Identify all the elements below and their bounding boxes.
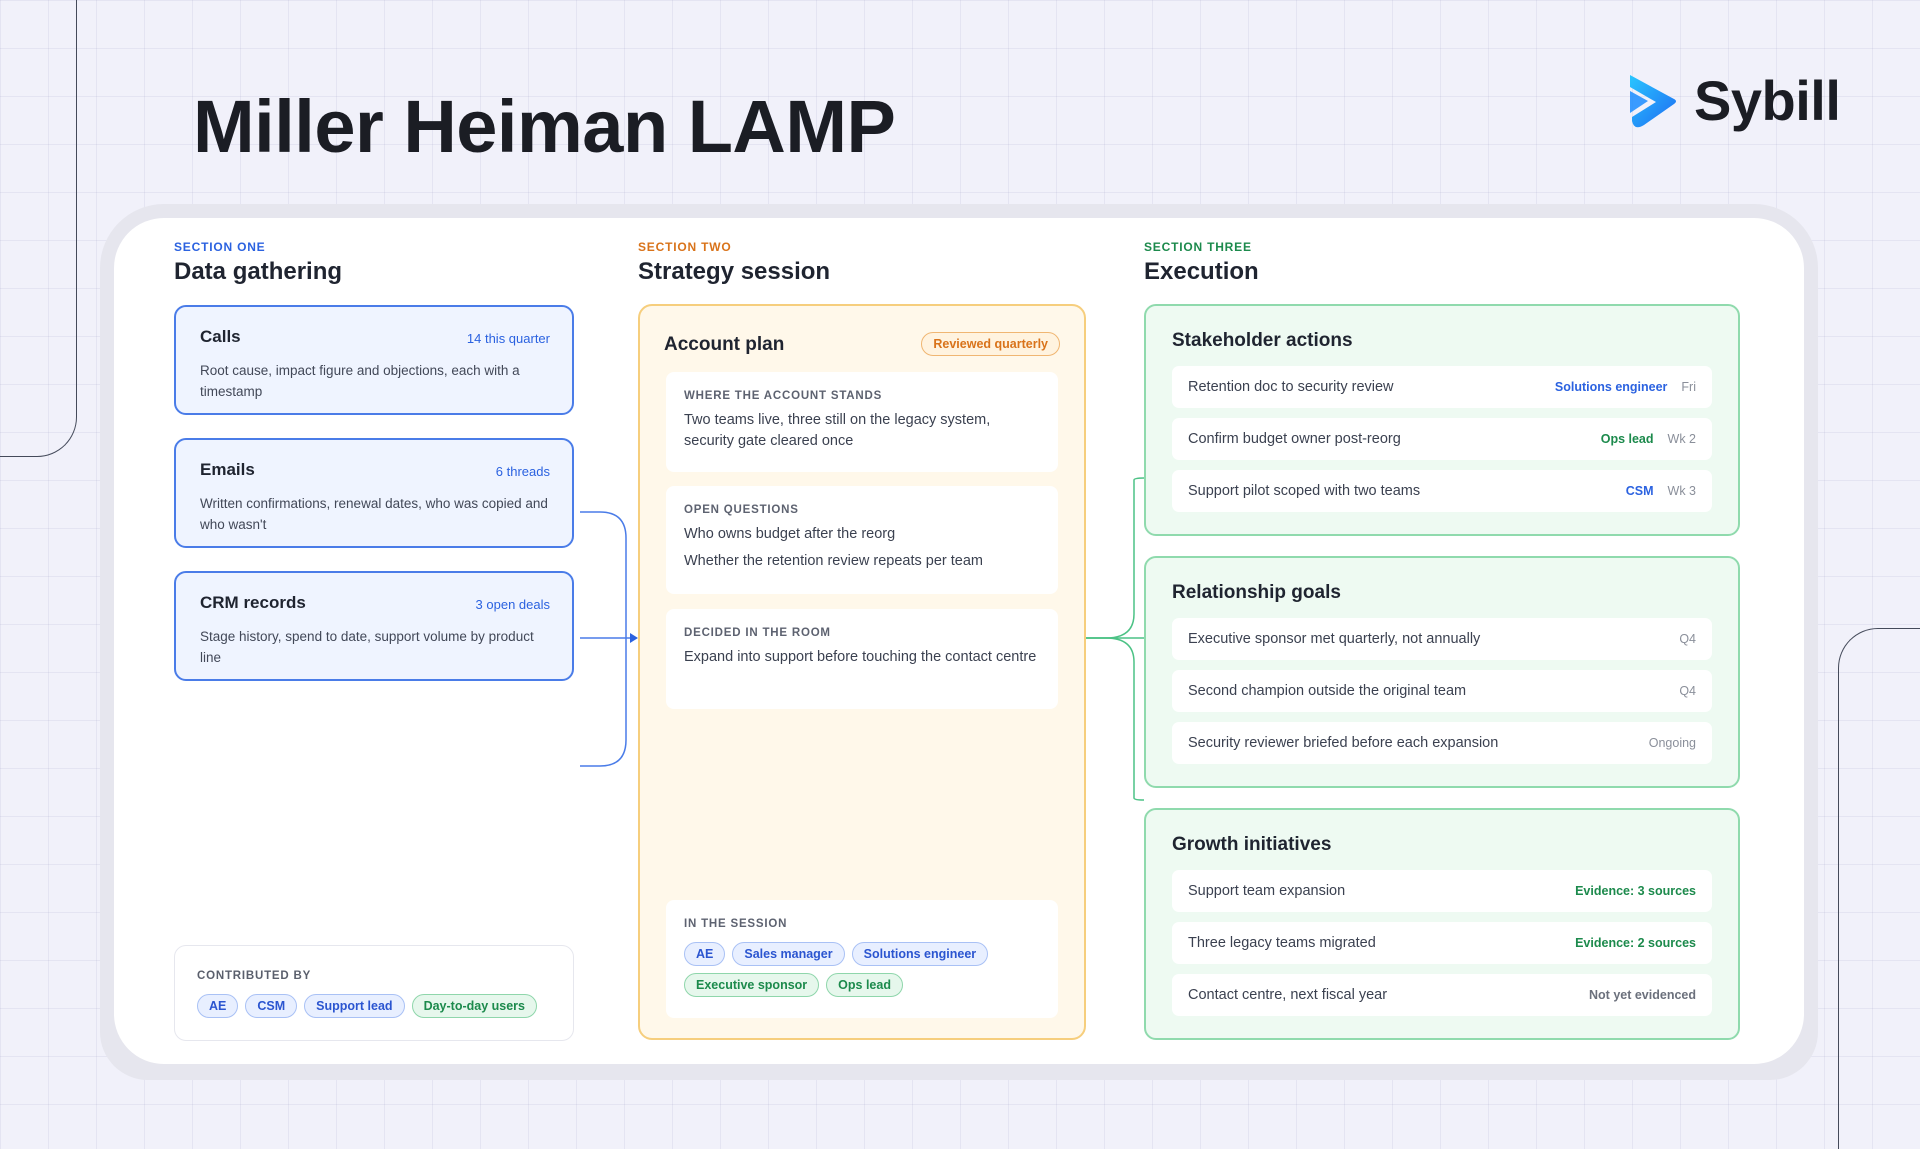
action-owner: CSM — [1625, 484, 1654, 498]
source-meta: 3 open deals — [475, 597, 550, 612]
sybill-logo-icon — [1630, 74, 1676, 127]
growth-initiatives-title: Growth initiatives — [1172, 834, 1332, 855]
connector-to-stakeholder — [1086, 477, 1145, 639]
chip-ops-lead: Ops lead — [826, 973, 903, 997]
chip-executive-sponsor: Executive sponsor — [684, 973, 820, 997]
contributor-chips: AE CSM Support lead Day-to-day users — [197, 994, 551, 1018]
relationship-goal-row: Executive sponsor met quarterly, not ann… — [1172, 618, 1712, 660]
decided-in-room-box: DECIDED IN THE ROOM Expand into support … — [666, 609, 1058, 709]
account-plan-card: Account plan Reviewed quarterly WHERE TH… — [638, 304, 1086, 1040]
chip-ae: AE — [684, 942, 726, 966]
goal-text: Security reviewer briefed before each ex… — [1188, 735, 1499, 751]
decided-in-room-label: DECIDED IN THE ROOM — [684, 627, 831, 639]
chip-day-to-day-users: Day-to-day users — [411, 994, 537, 1018]
source-meta: 6 threads — [495, 464, 550, 479]
lamp-diagram-panel: SECTION ONE Data gathering Calls 14 this… — [114, 218, 1804, 1064]
account-stands-text: Two teams live, three still on the legac… — [684, 412, 991, 449]
relationship-goal-row: Second champion outside the original tea… — [1172, 670, 1712, 712]
growth-initiative-row: Three legacy teams migrated Evidence: 2 … — [1172, 922, 1712, 964]
connector-arrowhead — [630, 633, 638, 643]
action-due: Wk 2 — [1667, 432, 1696, 446]
action-owner: Solutions engineer — [1554, 380, 1668, 394]
action-due: Wk 3 — [1667, 484, 1696, 498]
reviewed-quarterly-badge: Reviewed quarterly — [921, 332, 1060, 356]
open-question-item: Who owns budget after the reorg — [684, 526, 896, 542]
initiative-evidence: Not yet evidenced — [1589, 988, 1696, 1002]
section-one-kicker: SECTION ONE — [174, 240, 266, 254]
chip-sales-manager: Sales manager — [732, 942, 845, 966]
action-owner: Ops lead — [1600, 432, 1654, 446]
source-meta: 14 this quarter — [466, 331, 550, 346]
sybill-logo: Sybill — [1620, 68, 1841, 133]
section-three-kicker: SECTION THREE — [1144, 240, 1252, 254]
contributed-by-label: CONTRIBUTED BY — [197, 970, 312, 982]
page-title: Miller Heiman LAMP — [193, 85, 896, 168]
action-text: Confirm budget owner post-reorg — [1188, 431, 1401, 447]
account-plan-title: Account plan — [664, 334, 785, 355]
brand-name: Sybill — [1694, 69, 1841, 132]
decided-in-room-text: Expand into support before touching the … — [684, 649, 1037, 665]
source-card-crm-records: CRM records 3 open deals Stage history, … — [174, 571, 574, 681]
goal-timing: Ongoing — [1648, 736, 1696, 750]
goal-text: Second champion outside the original tea… — [1188, 683, 1467, 699]
initiative-evidence: Evidence: 3 sources — [1575, 884, 1696, 898]
initiative-text: Contact centre, next fiscal year — [1188, 987, 1388, 1003]
source-description: Stage history, spend to date, support vo… — [200, 629, 534, 665]
initiative-text: Support team expansion — [1188, 883, 1346, 899]
section-two-kicker: SECTION TWO — [638, 240, 732, 254]
action-due: Fri — [1681, 380, 1696, 394]
connector-to-growth — [1086, 637, 1145, 801]
relationship-goal-row: Security reviewer briefed before each ex… — [1172, 722, 1712, 764]
chip-ae: AE — [197, 994, 239, 1018]
section-two-title: Strategy session — [638, 258, 831, 285]
growth-initiatives-card: Growth initiatives Support team expansio… — [1144, 808, 1740, 1040]
stakeholder-action-row: Confirm budget owner post-reorg Ops lead… — [1172, 418, 1712, 460]
stakeholder-action-row: Retention doc to security review Solutio… — [1172, 366, 1712, 408]
chip-csm: CSM — [245, 994, 298, 1018]
account-stands-label: WHERE THE ACCOUNT STANDS — [684, 390, 883, 402]
open-question-item: Whether the retention review repeats per… — [684, 553, 984, 569]
source-card-calls: Calls 14 this quarter Root cause, impact… — [174, 305, 574, 415]
action-text: Retention doc to security review — [1188, 379, 1394, 395]
growth-initiative-row: Contact centre, next fiscal year Not yet… — [1172, 974, 1712, 1016]
stakeholder-action-row: Support pilot scoped with two teams CSM … — [1172, 470, 1712, 512]
stakeholder-actions-title: Stakeholder actions — [1172, 330, 1353, 351]
in-the-session-label: IN THE SESSION — [684, 918, 788, 930]
open-questions-label: OPEN QUESTIONS — [684, 504, 799, 516]
relationship-goals-card: Relationship goals Executive sponsor met… — [1144, 556, 1740, 788]
action-text: Support pilot scoped with two teams — [1188, 483, 1421, 499]
initiative-evidence: Evidence: 2 sources — [1575, 936, 1696, 950]
section-three-title: Execution — [1144, 258, 1259, 285]
initiative-text: Three legacy teams migrated — [1188, 935, 1376, 951]
session-chips: AE Sales manager Solutions engineer Exec… — [684, 942, 1040, 997]
section-one-title: Data gathering — [174, 258, 343, 285]
source-description: Root cause, impact figure and objections… — [200, 363, 520, 399]
goal-text: Executive sponsor met quarterly, not ann… — [1188, 631, 1481, 647]
stakeholder-actions-card: Stakeholder actions Retention doc to sec… — [1144, 304, 1740, 536]
decorative-corner-line-top-left — [0, 0, 77, 457]
growth-initiative-row: Support team expansion Evidence: 3 sourc… — [1172, 870, 1712, 912]
connector-bottom — [580, 638, 627, 767]
contributed-by-box: CONTRIBUTED BY AE CSM Support lead Day-t… — [174, 945, 574, 1041]
chip-solutions-engineer: Solutions engineer — [851, 942, 989, 966]
goal-timing: Q4 — [1679, 632, 1696, 646]
chip-support-lead: Support lead — [304, 994, 405, 1018]
relationship-goals-title: Relationship goals — [1172, 582, 1341, 603]
source-card-emails: Emails 6 threads Written confirmations, … — [174, 438, 574, 548]
source-description: Written confirmations, renewal dates, wh… — [200, 496, 548, 532]
connector-emails — [580, 511, 627, 638]
in-the-session-box: IN THE SESSION AE Sales manager Solution… — [666, 900, 1058, 1018]
open-questions-box: OPEN QUESTIONS Who owns budget after the… — [666, 486, 1058, 594]
goal-timing: Q4 — [1679, 684, 1696, 698]
decorative-corner-line-bottom-right — [1838, 628, 1920, 1149]
account-stands-box: WHERE THE ACCOUNT STANDS Two teams live,… — [666, 372, 1058, 472]
